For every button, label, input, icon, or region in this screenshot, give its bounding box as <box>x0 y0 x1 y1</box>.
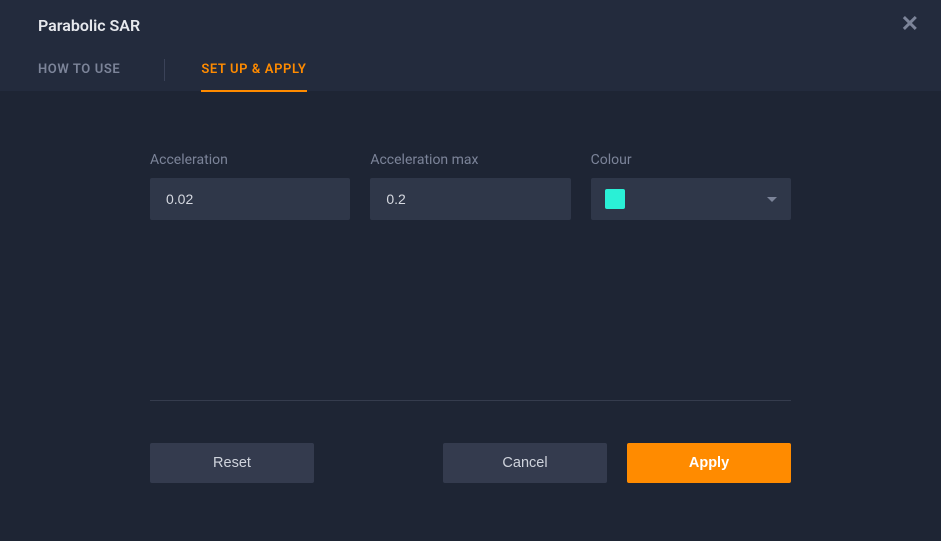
field-acceleration-max: Acceleration max <box>370 152 570 220</box>
title-row: Parabolic SAR ✕ <box>0 0 941 44</box>
dialog-title: Parabolic SAR <box>38 16 140 35</box>
indicator-settings-dialog: Parabolic SAR ✕ HOW TO USE SET UP & APPL… <box>0 0 941 541</box>
cancel-button[interactable]: Cancel <box>443 443 607 483</box>
section-divider <box>150 400 791 401</box>
acceleration-max-input[interactable] <box>370 178 570 220</box>
buttons-right-group: Cancel Apply <box>443 443 791 483</box>
tab-setup-apply[interactable]: SET UP & APPLY <box>201 54 306 91</box>
acceleration-label: Acceleration <box>150 152 350 168</box>
colour-swatch <box>605 189 625 209</box>
field-colour: Colour <box>591 152 791 220</box>
tab-separator <box>164 59 165 81</box>
fields-row: Acceleration Acceleration max Colour <box>150 152 791 220</box>
reset-button[interactable]: Reset <box>150 443 314 483</box>
tab-bar: HOW TO USE SET UP & APPLY <box>0 44 941 91</box>
tab-how-to-use[interactable]: HOW TO USE <box>38 54 120 91</box>
acceleration-max-label: Acceleration max <box>370 152 570 168</box>
dialog-content: Acceleration Acceleration max Colour Res… <box>0 92 941 513</box>
chevron-down-icon <box>767 197 777 202</box>
colour-label: Colour <box>591 152 791 168</box>
dialog-header: Parabolic SAR ✕ HOW TO USE SET UP & APPL… <box>0 0 941 92</box>
apply-button[interactable]: Apply <box>627 443 791 483</box>
acceleration-input[interactable] <box>150 178 350 220</box>
button-row: Reset Cancel Apply <box>150 443 791 483</box>
field-acceleration: Acceleration <box>150 152 350 220</box>
close-icon[interactable]: ✕ <box>897 10 923 40</box>
colour-select[interactable] <box>591 178 791 220</box>
